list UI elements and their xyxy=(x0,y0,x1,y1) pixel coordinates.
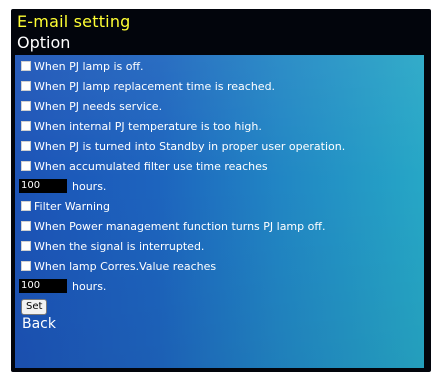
option-lamp-corres[interactable]: When lamp Corres.Value reaches xyxy=(21,257,216,275)
lamp-replacement-checkbox[interactable] xyxy=(21,81,31,91)
filter-warning-checkbox[interactable] xyxy=(21,201,31,211)
option-needs-service[interactable]: When PJ needs service. xyxy=(21,97,162,115)
lamp-hours-input[interactable]: 100 xyxy=(19,279,67,293)
option-lamp-replacement[interactable]: When PJ lamp replacement time is reached… xyxy=(21,77,275,95)
option-label: When Power management function turns PJ … xyxy=(34,219,326,233)
set-button[interactable]: Set xyxy=(21,299,48,315)
option-label: When the signal is interrupted. xyxy=(34,239,205,253)
option-temperature-high[interactable]: When internal PJ temperature is too high… xyxy=(21,117,262,135)
option-filter-time[interactable]: When accumulated filter use time reaches xyxy=(21,157,268,175)
option-label: When internal PJ temperature is too high… xyxy=(34,119,262,133)
back-link[interactable]: Back xyxy=(22,316,56,332)
filter-hours-unit: hours. xyxy=(72,179,107,193)
option-signal-interrupted[interactable]: When the signal is interrupted. xyxy=(21,237,204,255)
lamp-hours-unit: hours. xyxy=(72,279,107,293)
email-setting-window: E-mail setting Option When PJ lamp is of… xyxy=(11,9,431,372)
option-lamp-off[interactable]: When PJ lamp is off. xyxy=(21,57,144,75)
needs-service-checkbox[interactable] xyxy=(21,101,31,111)
signal-interrupted-checkbox[interactable] xyxy=(21,241,31,251)
option-power-management[interactable]: When Power management function turns PJ … xyxy=(21,217,325,235)
option-label: When PJ lamp replacement time is reached… xyxy=(34,79,276,93)
option-standby[interactable]: When PJ is turned into Standby in proper… xyxy=(21,137,345,155)
filter-hours-input[interactable]: 100 xyxy=(19,179,67,193)
temperature-high-checkbox[interactable] xyxy=(21,121,31,131)
lamp-corres-checkbox[interactable] xyxy=(21,261,31,271)
power-management-checkbox[interactable] xyxy=(21,221,31,231)
section-title: Option xyxy=(17,33,71,52)
option-label: When PJ lamp is off. xyxy=(34,59,144,73)
option-label: When accumulated filter use time reaches xyxy=(34,159,268,173)
options-panel: When PJ lamp is off. When PJ lamp replac… xyxy=(15,55,424,368)
option-label: When PJ is turned into Standby in proper… xyxy=(34,139,346,153)
option-label: When PJ needs service. xyxy=(34,99,163,113)
lamp-hours-row: 100 hours. xyxy=(19,278,106,294)
filter-hours-row: 100 hours. xyxy=(19,178,106,194)
page-title: E-mail setting xyxy=(17,12,131,31)
lamp-off-checkbox[interactable] xyxy=(21,61,31,71)
filter-time-checkbox[interactable] xyxy=(21,161,31,171)
option-filter-warning[interactable]: Filter Warning xyxy=(21,197,110,215)
option-label: Filter Warning xyxy=(34,199,110,213)
option-label: When lamp Corres.Value reaches xyxy=(34,259,217,273)
standby-checkbox[interactable] xyxy=(21,141,31,151)
